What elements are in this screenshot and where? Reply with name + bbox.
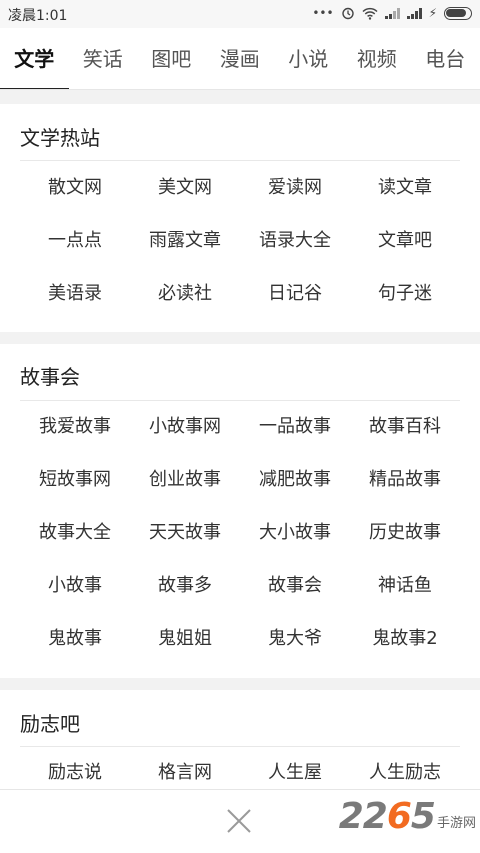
charging-icon: ⚡ bbox=[428, 6, 437, 20]
site-link[interactable]: 美文网 bbox=[130, 161, 240, 214]
section-inspiration: 励志吧 励志说 格言网 人生屋 人生励志 bbox=[0, 690, 480, 789]
site-link[interactable]: 鬼姐姐 bbox=[130, 612, 240, 665]
site-link[interactable]: 故事会 bbox=[240, 559, 350, 612]
site-link[interactable]: 故事大全 bbox=[20, 506, 130, 559]
site-link[interactable]: 故事多 bbox=[130, 559, 240, 612]
section-gap bbox=[0, 678, 480, 690]
signal-icon-1 bbox=[384, 7, 400, 19]
site-link[interactable]: 天天故事 bbox=[130, 506, 240, 559]
link-grid: 散文网 美文网 爱读网 读文章一点点 雨露文章 语录大全 文章吧美语录 必读社 日记谷 句子迷 bbox=[20, 161, 460, 320]
section-gap bbox=[0, 332, 480, 344]
site-link[interactable]: 爱读网 bbox=[240, 161, 350, 214]
site-link[interactable]: 一品故事 bbox=[240, 400, 350, 453]
tab-item[interactable]: 文学 bbox=[0, 28, 69, 90]
site-link[interactable]: 小故事 bbox=[20, 559, 130, 612]
site-link[interactable]: 日记谷 bbox=[240, 267, 350, 320]
watermark-logo: 2265 手游网 bbox=[339, 796, 476, 837]
tab-item[interactable]: 小说 bbox=[274, 28, 343, 90]
site-link[interactable]: 故事百科 bbox=[350, 400, 460, 453]
more-dots-icon: ••• bbox=[312, 6, 334, 20]
site-link[interactable]: 鬼故事 bbox=[20, 612, 130, 665]
site-link[interactable]: 鬼大爷 bbox=[240, 612, 350, 665]
site-link[interactable]: 神话鱼 bbox=[350, 559, 460, 612]
section-literature-hot: 文学热站 散文网 美文网 爱读网 读文章一点点 雨露文章 语录大全 文章吧美语录 必读社 日记谷… bbox=[0, 104, 480, 332]
tab-item[interactable]: 漫画 bbox=[206, 28, 275, 90]
tab-item[interactable]: 笑话 bbox=[69, 28, 138, 90]
site-link[interactable]: 散文网 bbox=[20, 161, 130, 214]
section-story: 故事会 我爱故事 小故事网 一品故事 故事百科短故事网 创业故事 减肥故事 精品故事故事大全… bbox=[0, 344, 480, 678]
tab-item[interactable]: 视频 bbox=[343, 28, 412, 90]
watermark-site: 手游网 bbox=[436, 816, 476, 831]
bottom-bar: 2265 手游网 bbox=[0, 789, 480, 853]
signal-icon-2 bbox=[406, 7, 422, 19]
close-icon[interactable] bbox=[222, 804, 256, 838]
site-link[interactable]: 减肥故事 bbox=[240, 453, 350, 506]
alarm-icon bbox=[341, 7, 354, 20]
site-link[interactable]: 必读社 bbox=[130, 267, 240, 320]
status-icons: ••• ⚡ bbox=[312, 6, 472, 20]
site-link[interactable]: 短故事网 bbox=[20, 453, 130, 506]
site-link[interactable]: 历史故事 bbox=[350, 506, 460, 559]
wifi-icon bbox=[362, 7, 378, 20]
status-bar: 凌晨1:01 ••• ⚡ bbox=[0, 0, 480, 28]
tab-item[interactable]: 电台 bbox=[411, 28, 480, 90]
section-title: 励志吧 bbox=[20, 712, 80, 736]
section-title: 文学热站 bbox=[20, 126, 100, 150]
site-link[interactable]: 文章吧 bbox=[350, 214, 460, 267]
section-title: 故事会 bbox=[20, 365, 80, 389]
site-link[interactable]: 语录大全 bbox=[240, 214, 350, 267]
site-link[interactable]: 雨露文章 bbox=[130, 214, 240, 267]
site-link[interactable]: 句子迷 bbox=[350, 267, 460, 320]
site-link[interactable]: 一点点 bbox=[20, 214, 130, 267]
link-grid: 我爱故事 小故事网 一品故事 故事百科短故事网 创业故事 减肥故事 精品故事故事大全 天天故事… bbox=[20, 400, 460, 665]
tab-item[interactable]: 图吧 bbox=[137, 28, 206, 90]
site-link[interactable]: 精品故事 bbox=[350, 453, 460, 506]
category-tabs: 文学 笑话 图吧 漫画 小说 视频 电台 bbox=[0, 28, 480, 90]
watermark-number: 2265 bbox=[338, 796, 436, 837]
site-link[interactable]: 美语录 bbox=[20, 267, 130, 320]
site-link[interactable]: 小故事网 bbox=[130, 400, 240, 453]
site-link[interactable]: 创业故事 bbox=[130, 453, 240, 506]
site-link[interactable]: 大小故事 bbox=[240, 506, 350, 559]
section-gap bbox=[0, 90, 480, 104]
site-link[interactable]: 鬼故事2 bbox=[350, 612, 460, 665]
site-link[interactable]: 我爱故事 bbox=[20, 400, 130, 453]
status-time: 凌晨1:01 bbox=[8, 8, 68, 24]
battery-icon bbox=[444, 6, 472, 20]
site-link[interactable]: 读文章 bbox=[350, 161, 460, 214]
